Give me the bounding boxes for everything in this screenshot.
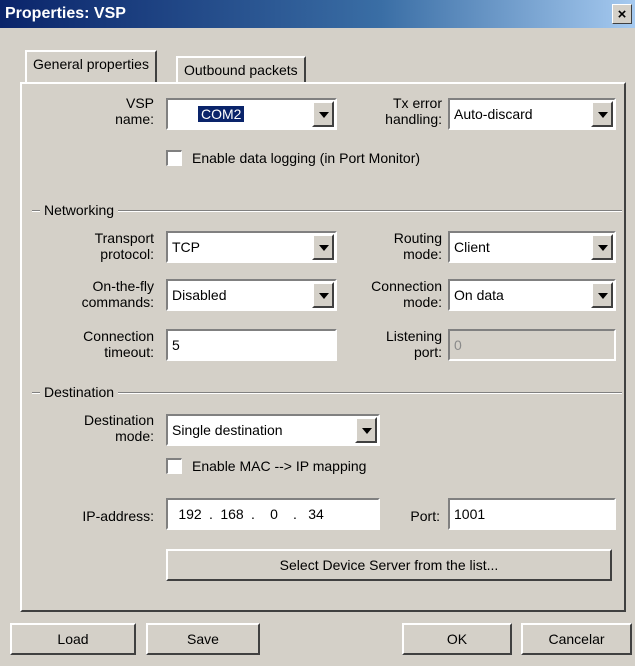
- save-button[interactable]: Save: [146, 623, 260, 655]
- tab-outbound-packets-label: Outbound packets: [184, 62, 298, 78]
- tab-general-properties-label: General properties: [33, 56, 149, 72]
- tab-outbound-packets[interactable]: Outbound packets: [176, 56, 306, 82]
- close-icon: ×: [617, 6, 627, 23]
- load-button[interactable]: Load: [10, 623, 136, 655]
- close-button[interactable]: ×: [612, 4, 632, 24]
- properties-dialog: Properties: VSP × General properties Out…: [0, 0, 635, 666]
- cancel-button[interactable]: Cancelar: [521, 623, 632, 655]
- tab-panel: [20, 82, 626, 612]
- window-title: Properties: VSP: [5, 5, 126, 22]
- tab-general-properties[interactable]: General properties: [25, 50, 157, 82]
- ok-button[interactable]: OK: [402, 623, 512, 655]
- title-bar[interactable]: Properties: VSP ×: [0, 0, 635, 28]
